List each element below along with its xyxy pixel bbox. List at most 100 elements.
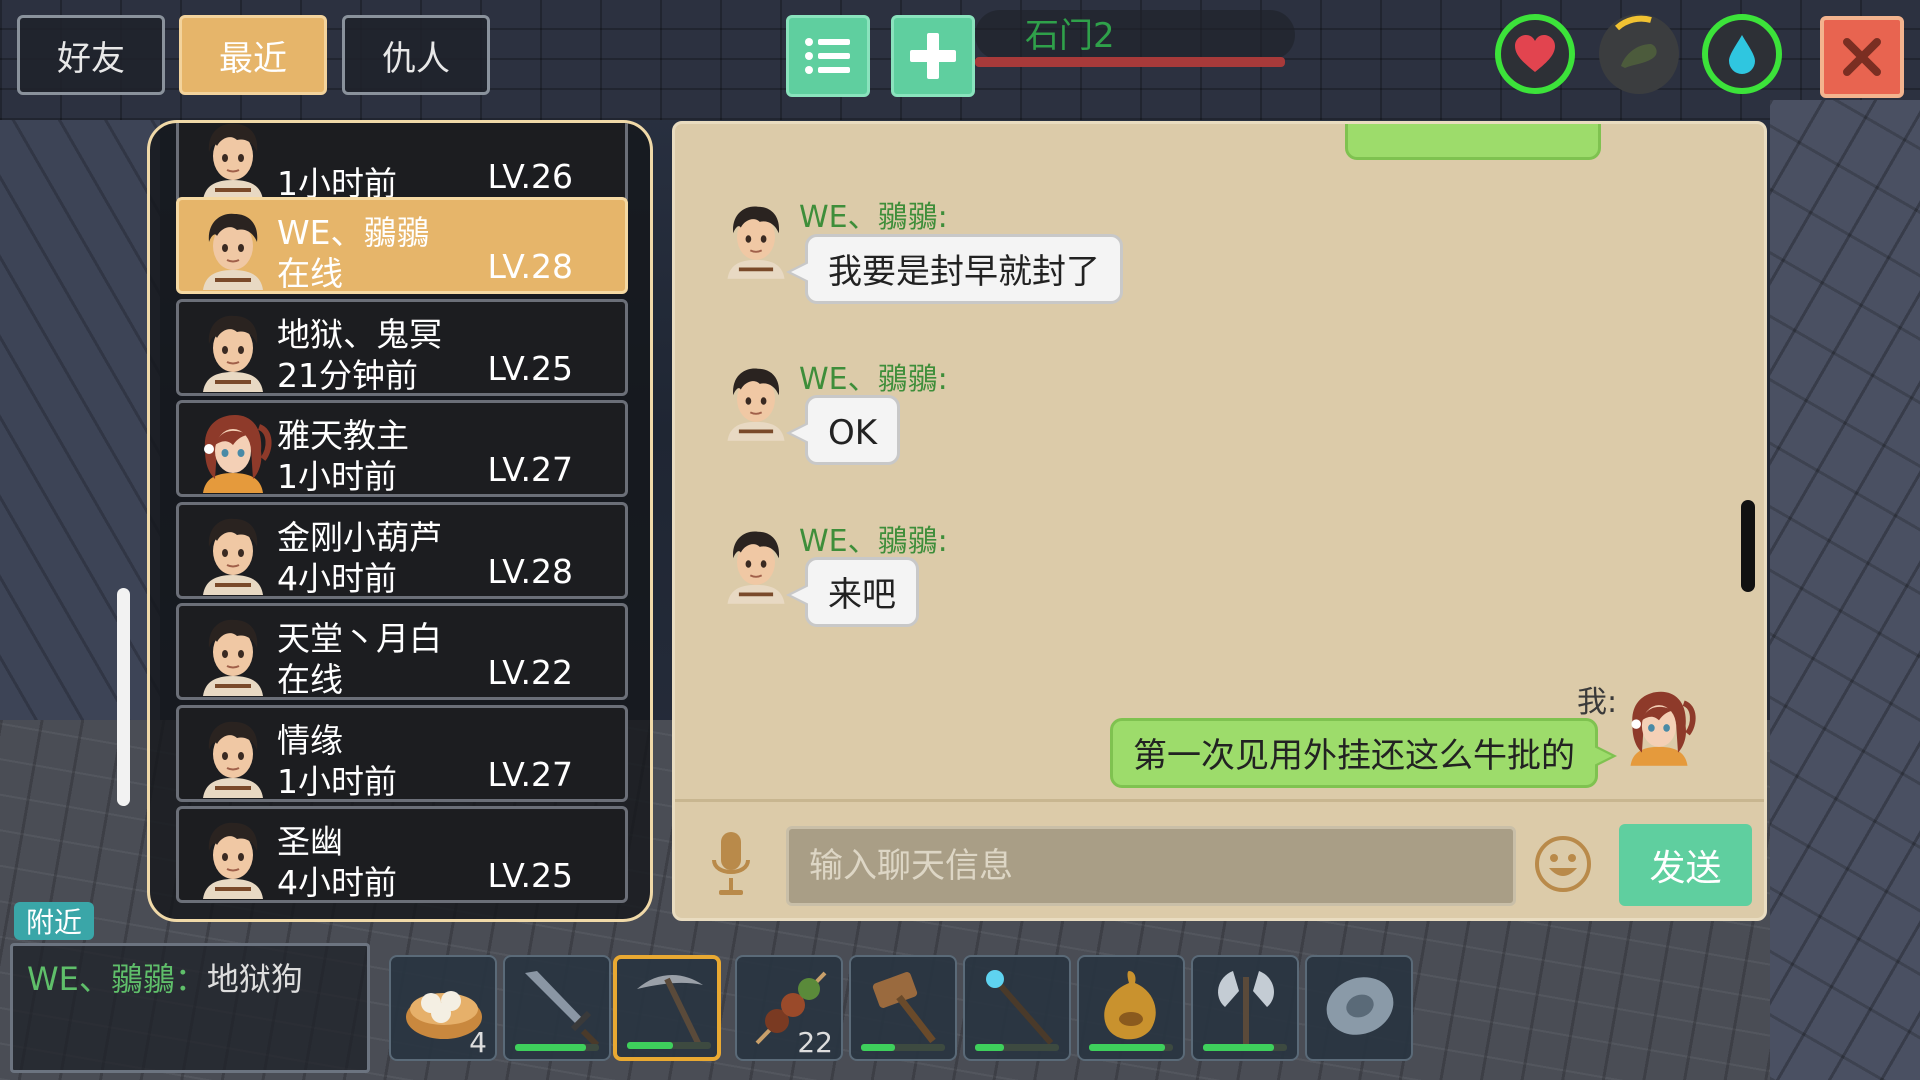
chat-panel: WE、鶸鶸: 我要是封早就封了 WE、鶸鶸: OK WE、鶸鶸: 来吧 我: 第… xyxy=(672,121,1767,921)
friend-status: 4小时前 xyxy=(277,559,397,598)
nearby-chat-tag[interactable]: 附近 xyxy=(14,902,94,940)
friend-level: LV.22 xyxy=(487,653,573,692)
chat-input[interactable]: 输入聊天信息 xyxy=(786,826,1516,906)
my-sender-label: 我: xyxy=(1577,685,1618,720)
avatar xyxy=(193,120,273,200)
nearby-sender: WE、鶸鶸： xyxy=(27,960,207,998)
avatar xyxy=(193,206,273,290)
menu-button[interactable] xyxy=(786,15,870,97)
avatar xyxy=(718,359,794,443)
hotbar-slot[interactable]: 4 xyxy=(389,955,497,1061)
tab-friends[interactable]: 好友 xyxy=(17,15,165,95)
pickaxe-icon xyxy=(637,974,703,1047)
durability-bar xyxy=(1089,1044,1173,1051)
friend-list-panel: 1小时前 LV.26 WE、鶸鶸 在线 LV.28 地狱、鬼冥 21分钟前 LV… xyxy=(147,120,653,922)
plus-icon xyxy=(910,33,956,79)
tab-enemies[interactable]: 仇人 xyxy=(342,15,490,95)
durability-bar xyxy=(861,1044,945,1051)
nearby-text: 地狱狗 xyxy=(206,960,303,998)
wooden-hammer-icon xyxy=(872,972,936,1044)
my-message-bubble: 第一次见用外挂还这么牛批的 xyxy=(1110,718,1617,788)
message-bubble: OK xyxy=(785,395,901,465)
durability-bar xyxy=(627,1042,711,1049)
send-button[interactable]: 发送 xyxy=(1619,824,1752,906)
friend-item[interactable]: 地狱、鬼冥 21分钟前 LV.25 xyxy=(176,299,628,396)
friend-list-scrollbar[interactable] xyxy=(117,588,130,806)
thirst-indicator xyxy=(1702,14,1782,94)
stone-wall-right xyxy=(1770,100,1920,1080)
avatar xyxy=(718,522,794,606)
water-drop-icon xyxy=(1729,35,1755,74)
friend-item[interactable]: 1小时前 LV.26 xyxy=(176,120,628,204)
crystal-staff-icon xyxy=(986,970,1054,1045)
friend-item[interactable]: 金刚小葫芦 4小时前 LV.28 xyxy=(176,502,628,599)
battle-axe-icon xyxy=(1218,971,1274,1045)
friend-level: LV.25 xyxy=(487,856,573,895)
location-health-bar xyxy=(975,57,1285,67)
message-sender: WE、鶸鶸: xyxy=(799,362,948,397)
nearby-chat-box[interactable]: WE、鶸鶸：地狱狗 xyxy=(10,943,370,1073)
friend-level: LV.27 xyxy=(487,755,573,794)
close-icon xyxy=(1843,38,1881,76)
stone-disc-icon xyxy=(1326,977,1394,1035)
my-avatar xyxy=(1621,684,1697,768)
friend-level: LV.28 xyxy=(487,552,573,591)
friend-level: LV.25 xyxy=(487,349,573,388)
hotbar-slot[interactable] xyxy=(849,955,957,1061)
sword-icon xyxy=(525,971,600,1048)
avatar xyxy=(193,511,273,595)
friend-item[interactable]: 情缘 1小时前 LV.27 xyxy=(176,705,628,802)
avatar xyxy=(193,815,273,899)
hotbar-slot[interactable] xyxy=(1077,955,1185,1061)
friend-item[interactable]: 圣幽 4小时前 LV.25 xyxy=(176,806,628,903)
hotbar-slot[interactable] xyxy=(503,955,611,1061)
friend-status: 4小时前 xyxy=(277,863,397,902)
durability-bar xyxy=(975,1044,1059,1051)
friend-status: 在线 xyxy=(277,660,343,699)
heart-icon xyxy=(1515,35,1555,72)
avatar xyxy=(193,409,273,493)
tab-recent[interactable]: 最近 xyxy=(179,15,327,95)
hunger-indicator xyxy=(1599,14,1679,94)
friend-status: 21分钟前 xyxy=(277,356,418,395)
avatar xyxy=(193,714,273,798)
message-sender: WE、鶸鶸: xyxy=(799,524,948,559)
friend-status: 在线 xyxy=(277,254,343,293)
chat-scrollbar[interactable] xyxy=(1741,500,1755,592)
durability-bar xyxy=(1203,1044,1287,1051)
avatar xyxy=(193,308,273,392)
friend-status: 1小时前 xyxy=(277,457,397,496)
list-icon xyxy=(805,38,850,74)
friend-item[interactable]: 天堂丶月白 在线 LV.22 xyxy=(176,603,628,700)
friend-item-selected[interactable]: WE、鶸鶸 在线 LV.28 xyxy=(176,197,628,294)
hotbar-slot[interactable]: 22 xyxy=(735,955,843,1061)
nearby-message: WE、鶸鶸：地狱狗 xyxy=(27,954,303,1000)
location-name: 石门2 xyxy=(1025,16,1115,56)
friend-status: 1小时前 xyxy=(277,762,397,801)
friend-level: LV.27 xyxy=(487,450,573,489)
durability-bar xyxy=(515,1044,599,1051)
emoji-icon[interactable] xyxy=(1533,834,1593,894)
microphone-icon[interactable] xyxy=(711,830,751,900)
previous-message-bubble xyxy=(1345,124,1601,160)
hotbar-slot[interactable] xyxy=(1191,955,1299,1061)
hotbar-slot-selected[interactable] xyxy=(613,955,721,1061)
item-quantity: 4 xyxy=(469,1026,487,1059)
chat-input-divider xyxy=(675,799,1764,802)
hunger-ring xyxy=(1614,15,1652,31)
message-sender: WE、鶸鶸: xyxy=(799,200,948,235)
avatar xyxy=(718,197,794,281)
hotbar-slot[interactable] xyxy=(1305,955,1413,1061)
stone-floor-left xyxy=(0,120,160,820)
health-indicator xyxy=(1495,14,1575,94)
close-button[interactable] xyxy=(1820,16,1904,98)
friend-level: LV.26 xyxy=(487,157,573,196)
message-bubble: 来吧 xyxy=(786,557,919,627)
hotbar-slot[interactable] xyxy=(963,955,1071,1061)
item-quantity: 22 xyxy=(797,1026,833,1059)
message-bubble: 我要是封早就封了 xyxy=(786,234,1123,304)
friend-level: LV.28 xyxy=(487,247,573,286)
water-flask-icon xyxy=(1104,971,1156,1040)
friend-item[interactable]: 雅天教主 1小时前 LV.27 xyxy=(176,400,628,497)
add-friend-button[interactable] xyxy=(891,15,975,97)
